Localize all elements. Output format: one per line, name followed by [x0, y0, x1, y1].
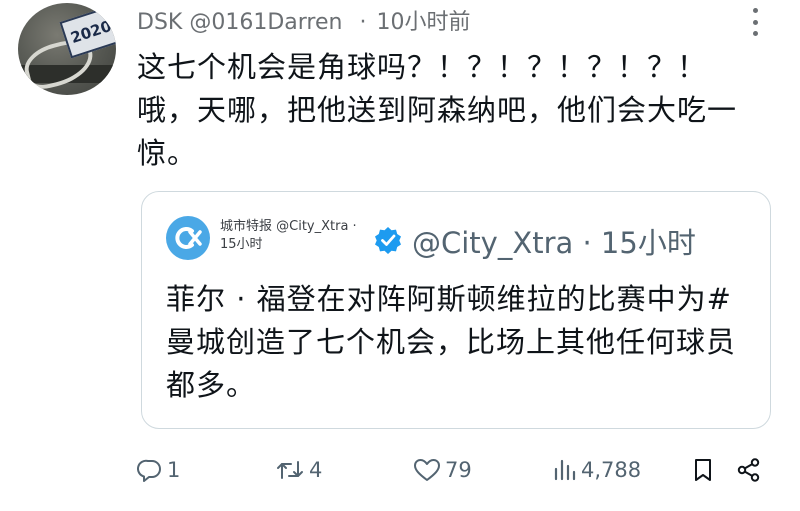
- tweet-text: 这七个机会是角球吗？！？！？！？！？！ 哦，天哪，把他送到阿森纳吧，他们会大吃一…: [137, 50, 738, 170]
- avatar[interactable]: 2020: [18, 3, 116, 95]
- retweet-button[interactable]: 4: [275, 452, 322, 488]
- share-icon: [737, 458, 760, 482]
- bookmark-button[interactable]: [692, 452, 714, 488]
- tweet-time[interactable]: 10小时前: [376, 10, 470, 35]
- tweet-header: DSK @0161Darren · 10小时前: [137, 4, 470, 36]
- like-button[interactable]: 79: [413, 452, 472, 488]
- views-button[interactable]: 4,788: [553, 452, 641, 488]
- quoted-tweet[interactable]: 城市特报 @City_Xtra · 15小时 @City_Xtra · 15小时…: [141, 191, 771, 429]
- reply-count: 1: [167, 458, 181, 482]
- like-count: 79: [445, 458, 472, 482]
- reply-button[interactable]: 1: [137, 452, 180, 488]
- reply-icon: [137, 459, 161, 482]
- bookmark-icon: [695, 459, 711, 481]
- views-icon: [554, 459, 576, 481]
- like-icon: [414, 459, 440, 481]
- share-button[interactable]: [736, 452, 762, 488]
- more-icon[interactable]: [745, 8, 765, 36]
- action-bar: 1 4 79 4,788: [0, 452, 800, 488]
- quote-text: 菲尔 · 福登在对阵阿斯顿维拉的比赛中为#曼城创造了七个机会，比场上其他任何球员…: [166, 282, 737, 402]
- quote-small-name: 城市特报 @City_Xtra ·: [220, 219, 357, 234]
- retweet-count: 4: [309, 458, 323, 482]
- quote-author-small: 城市特报 @City_Xtra · 15小时: [220, 218, 370, 254]
- verified-icon: [374, 226, 402, 254]
- header-separator: ·: [359, 10, 367, 35]
- handle[interactable]: @0161Darren: [189, 10, 342, 35]
- quote-small-time: 15小时: [220, 237, 263, 252]
- quote-avatar[interactable]: [166, 216, 210, 260]
- quote-handle-time[interactable]: @City_Xtra · 15小时: [412, 220, 696, 262]
- avatar-bib: 2020: [59, 5, 116, 59]
- display-name[interactable]: DSK: [137, 10, 182, 35]
- views-count: 4,788: [581, 458, 642, 482]
- retweet-icon: [277, 461, 303, 479]
